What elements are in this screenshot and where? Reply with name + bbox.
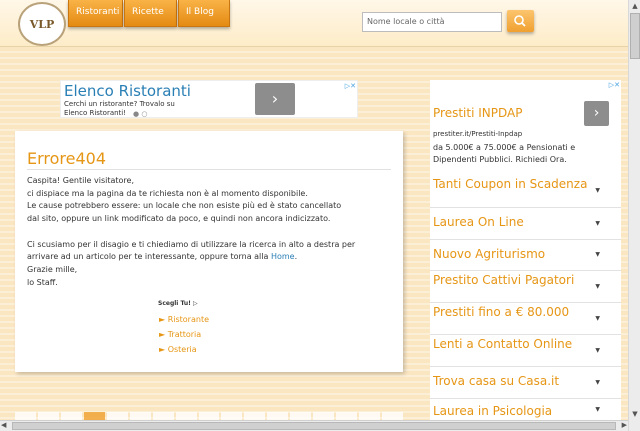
page-title: Errore404 [27,149,107,168]
ad-pager-dots: ● ○ [133,110,148,118]
scroll-thumb[interactable] [630,13,640,59]
search-button[interactable] [507,10,534,32]
message-line: Caspita! Gentile visitatore, [27,176,134,185]
side-ad-label: Nuovo Agriturismo [433,247,546,261]
horizontal-scrollbar[interactable]: ◀ ▶ [0,420,628,431]
error-card: Errore404 Caspita! Gentile visitatore, c… [15,131,403,372]
message-line: ci dispiace ma la pagina da te richiesta… [27,188,308,198]
nav-ricette[interactable]: Ricette [124,0,177,27]
ad-subtitle: Cerchi un ristorante? Trovalo su Elenco … [64,100,175,118]
message-line: Ci scusiamo per il disagio e ti chiediam… [27,239,356,249]
chevron-down-icon: ▼ [595,378,600,386]
chevron-down-icon: ▼ [595,282,600,290]
chevron-down-icon: ▼ [595,405,600,413]
chevron-down-icon: ▼ [595,219,600,227]
message-line: lo Staff. [27,277,58,287]
ad-subtitle-line-2: Elenco Ristoranti! [64,109,127,117]
nav-blog[interactable]: Il Blog [178,0,230,27]
side-ad-item[interactable]: Lenti a Contatto Online ▼ [430,335,621,367]
scroll-down-icon[interactable]: ▼ [629,408,640,420]
chevron-down-icon: ▼ [595,346,600,354]
tile [152,412,174,420]
suggestion-trattoria[interactable]: ► Trattoria [159,330,201,339]
chevron-down-icon: ▼ [595,251,600,258]
tile [290,412,312,420]
side-ad-item[interactable]: Tanti Coupon in Scadenza ▼ [430,175,621,208]
tile [221,412,243,420]
tile [244,412,266,420]
footer-tiles [15,412,403,420]
side-ad-label: Laurea On Line [433,215,524,229]
chevron-down-icon: ▼ [595,187,600,194]
scroll-right-icon[interactable]: ▶ [622,421,627,429]
suggestion-ristorante[interactable]: ► Ristorante [159,315,209,324]
chevron-down-icon: ▼ [595,314,600,322]
adchoices-icon[interactable]: ▷✕ [345,82,356,90]
scroll-up-icon[interactable]: ▲ [629,0,640,12]
message-line: Grazie mille, [27,264,78,274]
title-divider [27,169,391,170]
side-ad-label: Laurea in Psicologia [433,404,553,418]
tile [37,412,59,420]
ad-description: da 5.000€ a 75.000€ a Pensionati e Dipen… [433,143,576,164]
side-ad-label: Lenti a Contatto Online [433,337,573,351]
search-input[interactable]: Nome locale o città [362,12,502,32]
nav-ristoranti[interactable]: Ristoranti [68,0,123,27]
message-line: arrivare ad un articolo per te interessa… [27,251,397,264]
suggestion-osteria[interactable]: ► Osteria [159,345,197,354]
tile [382,412,403,420]
tile [359,412,380,420]
search-icon [514,15,526,27]
side-ad-item[interactable]: Prestiti fino a € 80.000 ▼ [430,303,621,335]
ad-title[interactable]: Prestiti INPDAP [433,106,522,120]
tile [129,412,151,420]
error-message: Caspita! Gentile visitatore, ci dispiace… [27,175,397,289]
tile [15,412,36,420]
tile [336,412,358,420]
header-bar: VLP Ristoranti Ricette Il Blog Nome loca… [0,0,628,47]
tile [60,412,82,420]
vertical-scrollbar[interactable]: ▲ ▼ [628,0,640,431]
tile [267,412,289,420]
choose-label: Scegli Tu! ▷ [158,300,198,307]
tile [198,412,220,420]
side-ad-item[interactable]: Trova casa su Casa.it ▼ [430,367,621,399]
side-ad-label: Prestiti fino a € 80.000 [433,305,570,319]
tile [83,412,105,420]
home-link[interactable]: Home [271,252,295,261]
side-ad-item[interactable]: Laurea in Psicologia ▼ [430,399,621,420]
side-ad-item[interactable]: Laurea On Line ▼ [430,208,621,240]
message-line: dal sito, oppure un link modificato da p… [27,214,331,224]
tile [106,412,128,420]
top-banner-ad[interactable]: Elenco Ristoranti Cerchi un ristorante? … [60,80,358,118]
ad-next-button[interactable]: › [255,83,295,115]
ad-next-button[interactable]: › [584,101,609,126]
side-ad-label: Tanti Coupon in Scadenza [433,177,588,191]
scroll-thumb[interactable] [12,422,616,430]
ad-subtitle-line-1: Cerchi un ristorante? Trovalo su [64,100,175,108]
scroll-left-icon[interactable]: ◀ [1,421,6,429]
message-line: Le cause potrebbero essere: un locale ch… [27,201,342,211]
tile [313,412,335,420]
ad-title[interactable]: Elenco Ristoranti [64,82,191,100]
main-nav: Ristoranti Ricette Il Blog [68,0,231,27]
site-logo[interactable]: VLP [18,2,66,46]
side-ad-label: Trova casa su Casa.it [433,374,560,388]
ad-url[interactable]: prestiter.it/Prestiti-Inpdap [433,130,522,138]
side-ad-item[interactable]: Nuovo Agriturismo ▼ [430,240,621,271]
side-ad-label: Prestito Cattivi Pagatori [433,273,575,287]
message-text: . [294,252,298,262]
tile [175,412,197,420]
adchoices-icon[interactable]: ▷✕ [609,81,620,89]
side-ad-item[interactable]: Prestito Cattivi Pagatori ▼ [430,271,621,303]
message-text: arrivare ad un articolo per te interessa… [27,252,271,262]
